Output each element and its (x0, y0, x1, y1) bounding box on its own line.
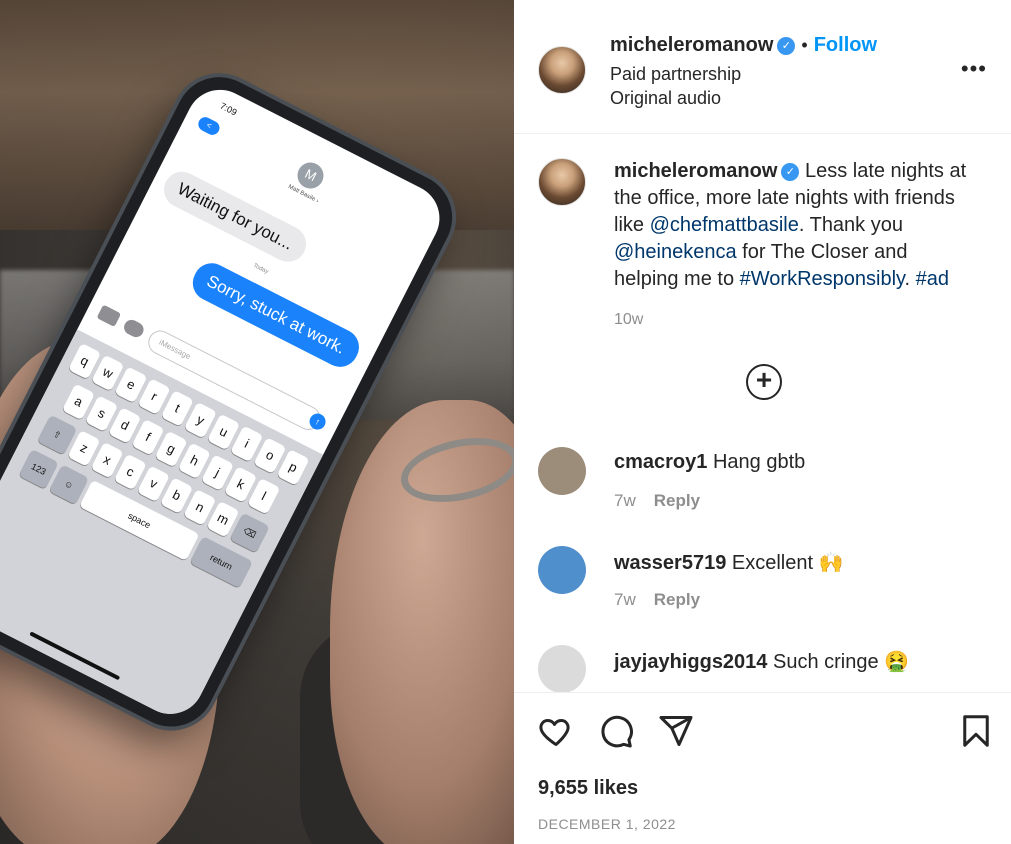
comment-age[interactable]: 7w (614, 590, 636, 609)
more-options-icon[interactable]: ••• (961, 56, 987, 82)
post-header: micheleromanow ✓ • Follow Paid partnership … (514, 0, 1011, 134)
camera-icon (96, 304, 122, 328)
header-line: micheleromanow ✓ • Follow (610, 34, 877, 57)
comment-meta: 7w Reply (614, 491, 700, 511)
reply-button[interactable]: Reply (654, 590, 700, 609)
author-avatar[interactable] (538, 46, 586, 94)
today-label: Today (252, 262, 270, 276)
comment-bubble-icon[interactable] (598, 713, 634, 749)
commenter-username[interactable]: wasser5719 (614, 552, 726, 574)
load-more-comments-icon[interactable]: + (746, 364, 782, 400)
post-media[interactable]: 7:09 < M Matt Basile › Waiting for you..… (0, 0, 514, 844)
comment-text: Excellent 🙌 (726, 552, 844, 574)
share-paper-plane-icon[interactable] (658, 713, 694, 749)
mention-link[interactable]: @heinekenca (614, 241, 737, 263)
original-audio-link[interactable]: Original audio (610, 88, 721, 109)
comment-meta: 7w Reply (614, 590, 700, 610)
comment-text: Hang gbtb (707, 451, 806, 473)
caption-avatar[interactable] (538, 158, 586, 206)
comment-body: jayjayhiggs2014 Such cringe 🤮 (614, 649, 909, 674)
commenter-username[interactable]: jayjayhiggs2014 (614, 651, 767, 673)
verified-badge-icon: ✓ (781, 163, 800, 181)
comment-body: cmacroy1 Hang gbtb (614, 451, 805, 474)
comment-body: wasser5719 Excellent 🙌 (614, 550, 844, 575)
author-username[interactable]: micheleromanow (610, 34, 773, 56)
reply-button[interactable]: Reply (654, 491, 700, 510)
save-bookmark-icon[interactable] (958, 713, 994, 749)
incoming-message: Waiting for you... (157, 165, 313, 268)
phone-time: 7:09 (218, 100, 239, 118)
comment: jayjayhiggs2014 Such cringe 🤮 (538, 645, 988, 692)
commenter-avatar[interactable] (538, 645, 586, 692)
caption-text: . Thank you (798, 214, 903, 236)
back-icon: < (195, 114, 222, 138)
caption: micheleromanow ✓ Less late nights at the … (614, 158, 974, 333)
post-panel: micheleromanow ✓ • Follow Paid partnership … (514, 0, 1011, 844)
follow-button[interactable]: Follow (814, 34, 877, 56)
post-date[interactable]: DECEMBER 1, 2022 (538, 816, 676, 832)
separator-dot: • (801, 35, 808, 55)
hashtag-link[interactable]: #WorkResponsibly (740, 268, 905, 290)
action-bar: 9,655 likes DECEMBER 1, 2022 (514, 692, 1011, 844)
commenter-username[interactable]: cmacroy1 (614, 451, 707, 473)
hashtag-link[interactable]: #ad (916, 268, 949, 290)
paid-partnership-label[interactable]: Paid partnership (610, 64, 741, 85)
commenter-avatar[interactable] (538, 546, 586, 594)
caption-username[interactable]: micheleromanow (614, 160, 777, 182)
mention-link[interactable]: @chefmattbasile (650, 214, 799, 236)
comment-age[interactable]: 7w (614, 491, 636, 510)
commenter-avatar[interactable] (538, 447, 586, 495)
verified-badge-icon: ✓ (777, 37, 796, 55)
caption-text: . (904, 268, 916, 290)
apps-icon (121, 317, 147, 340)
comment-text: Such cringe 🤮 (767, 651, 910, 673)
caption-age[interactable]: 10w (614, 311, 643, 328)
like-heart-icon[interactable] (538, 713, 574, 749)
likes-count[interactable]: 9,655 likes (538, 777, 638, 800)
